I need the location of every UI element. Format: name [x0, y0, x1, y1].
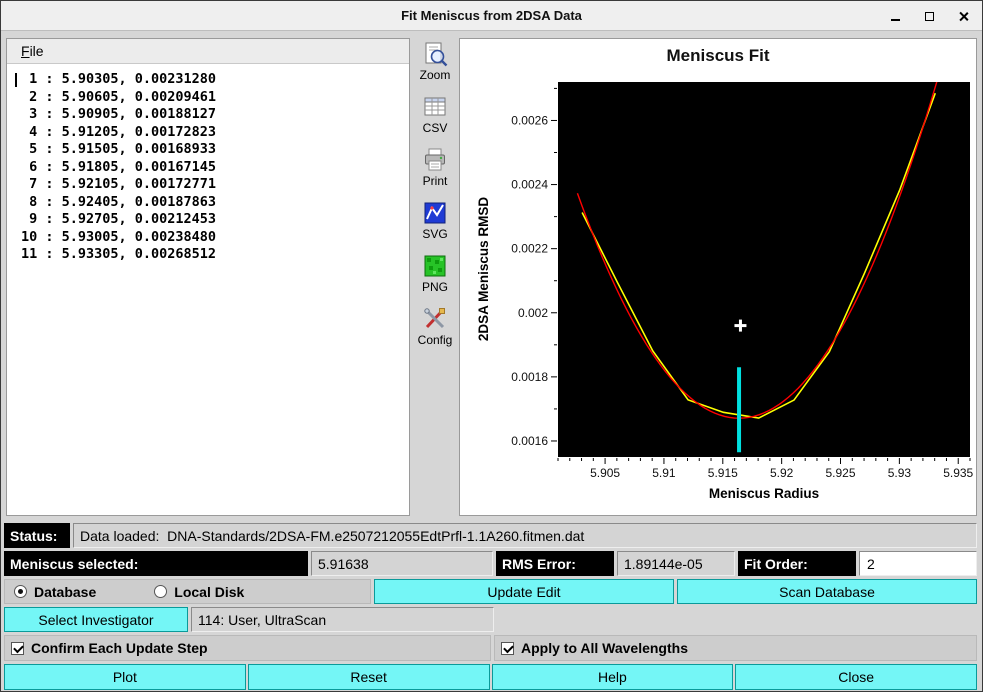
chart-title: Meniscus Fit	[460, 39, 976, 69]
confirm-panel: Confirm Each Update Step	[4, 635, 491, 661]
plot-button[interactable]: Plot	[4, 664, 246, 690]
png-icon	[422, 253, 448, 279]
tool-label: Print	[423, 174, 448, 188]
fit-order-input[interactable]: 2	[859, 551, 977, 576]
scan-database-button[interactable]: Scan Database	[677, 579, 977, 604]
tool-label: Zoom	[420, 68, 451, 82]
apply-all-wavelengths-label: Apply to All Wavelengths	[521, 640, 688, 656]
zoom-icon	[422, 41, 448, 67]
menu-file[interactable]: File	[15, 41, 50, 61]
svg-text:0.0022: 0.0022	[511, 242, 548, 256]
status-field: Data loaded: DNA-Standards/2DSA-FM.e2507…	[73, 523, 977, 548]
update-edit-button[interactable]: Update Edit	[374, 579, 674, 604]
options-row: Confirm Each Update Step Apply to All Wa…	[4, 635, 977, 661]
local-disk-radio[interactable]	[154, 585, 167, 598]
x-axis-label: Meniscus Radius	[709, 486, 819, 501]
values-row: Meniscus selected: 5.91638 RMS Error: 1.…	[4, 551, 977, 576]
investigator-field: 114: User, UltraScan	[191, 607, 494, 632]
config-tool-button[interactable]: Config	[412, 306, 458, 347]
maximize-button[interactable]	[920, 7, 938, 25]
tool-label: SVG	[422, 227, 447, 241]
svg-text:5.91: 5.91	[652, 466, 676, 480]
source-panel: Database Local Disk	[4, 579, 371, 604]
svg-text:0.0026: 0.0026	[511, 113, 548, 127]
svg-text:0.0024: 0.0024	[511, 178, 548, 192]
svg-text:5.925: 5.925	[825, 466, 855, 480]
plot-area	[558, 82, 970, 457]
svg-text:0.0018: 0.0018	[511, 370, 548, 384]
text-cursor	[15, 73, 17, 87]
data-panel: File 1 : 5.90305, 0.00231280 2 : 5.90605…	[6, 38, 410, 516]
action-buttons-row: Plot Reset Help Close	[4, 664, 977, 690]
reset-button[interactable]: Reset	[248, 664, 490, 690]
maximize-icon	[925, 12, 934, 21]
local-disk-radio-label: Local Disk	[174, 584, 244, 600]
tool-label: PNG	[422, 280, 448, 294]
csv-icon	[422, 94, 448, 120]
plot-toolbar: Zoom CSV Print	[412, 41, 458, 347]
tool-label: CSV	[423, 121, 448, 135]
menu-bar: File	[7, 39, 409, 64]
help-button[interactable]: Help	[492, 664, 734, 690]
app-window: Fit Meniscus from 2DSA Data File 1 : 5.9…	[0, 0, 983, 692]
investigator-row: Select Investigator 114: User, UltraScan	[4, 607, 977, 632]
config-icon	[422, 306, 448, 332]
svg-icon	[422, 200, 448, 226]
meniscus-selected-label: Meniscus selected:	[4, 551, 308, 576]
svg-text:5.915: 5.915	[708, 466, 738, 480]
meniscus-plot[interactable]: 2DSA Meniscus RMSD Meniscus Radius 5.905…	[460, 70, 976, 515]
zoom-tool-button[interactable]: Zoom	[412, 41, 458, 82]
print-tool-button[interactable]: Print	[412, 147, 458, 188]
rms-error-field: 1.89144e-05	[617, 551, 735, 576]
csv-tool-button[interactable]: CSV	[412, 94, 458, 135]
png-tool-button[interactable]: PNG	[412, 253, 458, 294]
minimize-button[interactable]	[886, 7, 904, 25]
status-label: Status:	[4, 523, 70, 548]
minimize-icon	[891, 19, 900, 21]
fit-order-label: Fit Order:	[738, 551, 856, 576]
print-icon	[422, 147, 448, 173]
svg-text:5.935: 5.935	[943, 466, 973, 480]
close-action-button[interactable]: Close	[735, 664, 977, 690]
svg-text:0.002: 0.002	[518, 306, 548, 320]
status-row: Status: Data loaded: DNA-Standards/2DSA-…	[4, 523, 977, 548]
close-icon	[958, 11, 969, 22]
fit-data-text: 1 : 5.90305, 0.00231280 2 : 5.90605, 0.0…	[7, 64, 409, 264]
confirm-each-update-label: Confirm Each Update Step	[31, 640, 208, 656]
title-bar: Fit Meniscus from 2DSA Data	[1, 1, 982, 31]
svg-text:5.93: 5.93	[888, 466, 912, 480]
meniscus-selected-field: 5.91638	[311, 551, 493, 576]
y-axis-label: 2DSA Meniscus RMSD	[476, 197, 491, 342]
svg-text:5.905: 5.905	[590, 466, 620, 480]
database-radio-label: Database	[34, 584, 96, 600]
close-button[interactable]	[954, 7, 972, 25]
confirm-each-update-checkbox[interactable]	[11, 642, 24, 655]
select-investigator-button[interactable]: Select Investigator	[4, 607, 188, 632]
source-row: Database Local Disk Update Edit Scan Dat…	[4, 579, 977, 604]
svg-tool-button[interactable]: SVG	[412, 200, 458, 241]
database-radio[interactable]	[14, 585, 27, 598]
tool-label: Config	[418, 333, 453, 347]
apply-all-panel: Apply to All Wavelengths	[494, 635, 977, 661]
svg-text:0.0016: 0.0016	[511, 434, 548, 448]
plot-panel: Meniscus Fit 2DSA Meniscus RMSD Meniscus…	[459, 38, 977, 516]
svg-text:5.92: 5.92	[770, 466, 794, 480]
window-title: Fit Meniscus from 2DSA Data	[1, 8, 982, 23]
rms-error-label: RMS Error:	[496, 551, 614, 576]
fit-data-list[interactable]: 1 : 5.90305, 0.00231280 2 : 5.90605, 0.0…	[7, 64, 409, 515]
apply-all-wavelengths-checkbox[interactable]	[501, 642, 514, 655]
